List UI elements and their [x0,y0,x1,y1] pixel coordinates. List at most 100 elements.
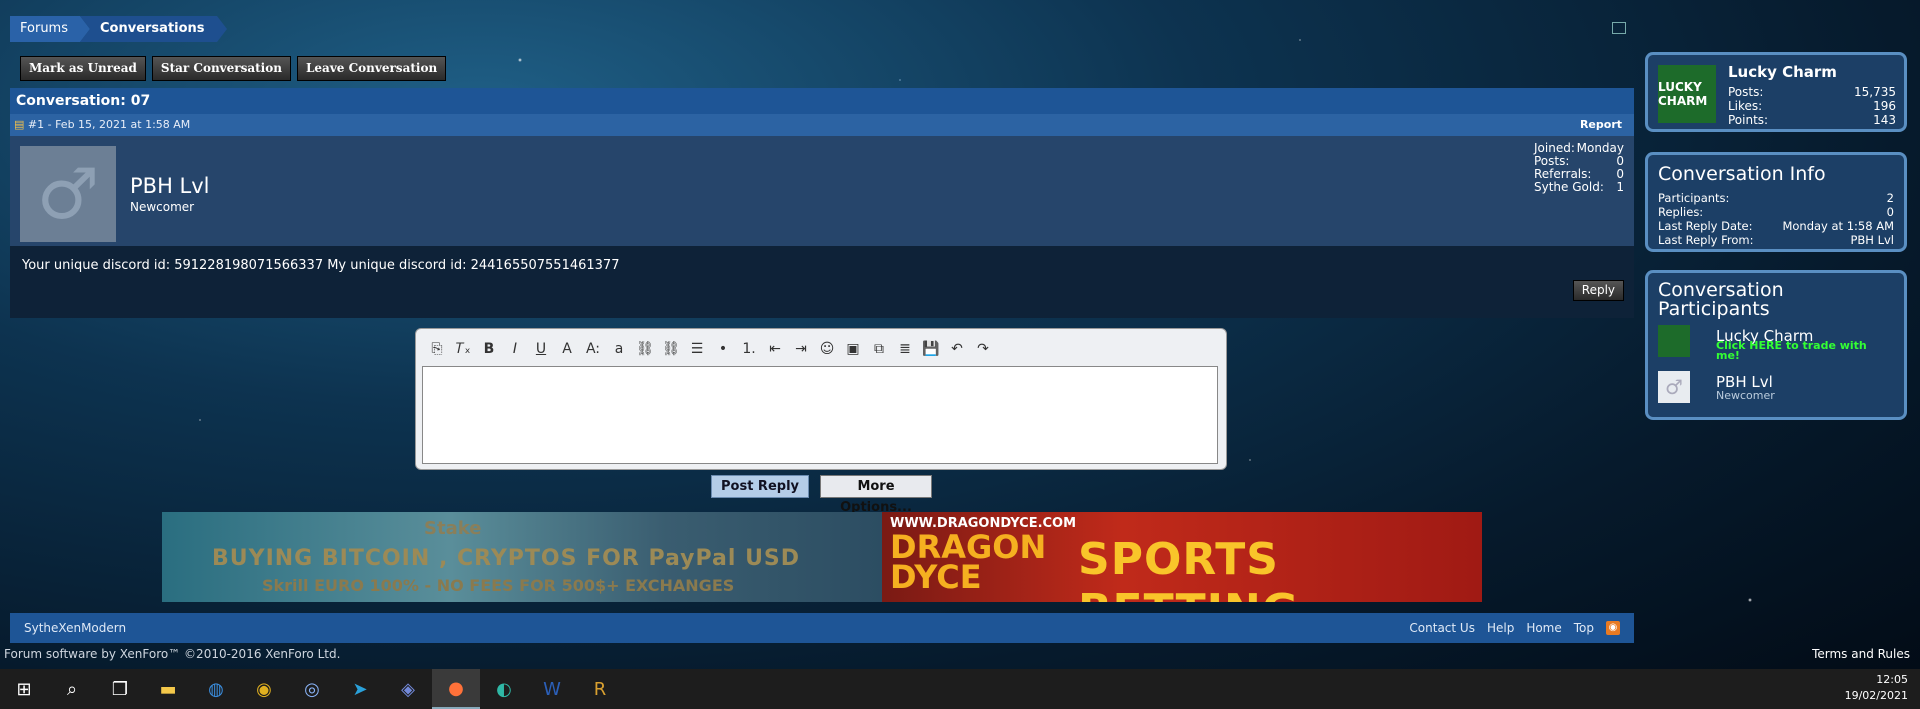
clear-format-icon[interactable]: 𝑇ₓ [454,341,472,357]
redo-icon[interactable]: ↷ [974,341,992,357]
breadcrumb: Forums Conversations [10,16,227,42]
chrome-icon[interactable]: ◉ [240,669,288,709]
breadcrumb-conversations[interactable]: Conversations [80,16,227,42]
italic-icon[interactable]: I [506,341,524,357]
leave-conversation-button[interactable]: Leave Conversation [296,56,447,81]
indent-icon[interactable]: ⇥ [792,341,810,357]
app-icon[interactable]: ◍ [192,669,240,709]
editor-toolbar: ⎘ 𝑇ₓ B I U A A: a ⛓ ⛓ ☰ • 1. ⇤ ⇥ ☺ ▣ ⧉ ≣… [416,329,1226,357]
task-view-icon[interactable]: ❐ [96,669,144,709]
participant-title: Newcomer [1716,389,1775,402]
system-clock[interactable]: 12:05 19/02/2021 [1845,672,1908,704]
ad-line-2: Skrill EURO 100% - NO FEES FOR 500$+ EXC… [262,576,735,595]
link-icon[interactable]: ⛓ [636,341,654,357]
participant-item[interactable]: Lucky Charm Click HERE to trade with me! [1658,325,1898,365]
footer-home-link[interactable]: Home [1526,621,1561,635]
avatar[interactable]: ♂ [1658,371,1690,403]
message-date[interactable]: ▤ #1 - Feb 15, 2021 at 1:58 AM [14,114,190,136]
panel-title: Conversation Participants [1658,279,1784,320]
app-icon[interactable]: R [576,669,624,709]
avatar[interactable]: ♂ [20,146,116,242]
visitor-name[interactable]: Lucky Charm [1728,63,1837,81]
windows-start-icon[interactable]: ⊞ [0,669,48,709]
user-stat-gold: Sythe Gold: 1 [1534,180,1624,194]
sports-betting-ad-banner[interactable]: WWW.DRAGONDYCE.COM DRAGON DYCE SPORTS BE… [882,512,1482,602]
message-icon: ▤ [14,118,25,131]
stake-logo: Stake [424,518,482,539]
report-link[interactable]: Report [1580,114,1622,136]
insert-icon[interactable]: ≣ [896,341,914,357]
app-icon[interactable]: ◎ [288,669,336,709]
style-chooser[interactable]: SytheXenModern [24,621,126,635]
firefox-icon[interactable]: ● [432,669,480,709]
participant-item[interactable]: ♂ PBH Lvl Newcomer [1658,371,1898,411]
user-title: Newcomer [130,200,195,214]
copyright[interactable]: Forum software by XenForo™ ©2010-2016 Xe… [4,647,340,661]
participants-panel: Conversation Participants Lucky Charm Cl… [1645,270,1907,420]
mark-unread-button[interactable]: Mark as Unread [20,56,146,81]
footer-bar: SytheXenModern Contact Us Help Home Top … [10,613,1634,643]
media-icon[interactable]: ⧉ [870,341,888,357]
toggle-width-icon[interactable] [1612,22,1626,34]
rss-icon[interactable]: ◉ [1606,621,1620,635]
reply-editor: ⎘ 𝑇ₓ B I U A A: a ⛓ ⛓ ☰ • 1. ⇤ ⇥ ☺ ▣ ⧉ ≣… [415,328,1227,470]
outdent-icon[interactable]: ⇤ [766,341,784,357]
ad-tagline: SPORTS BETTING [1078,534,1298,602]
info-last-reply-date: Last Reply Date: Monday at 1:58 AM [1658,219,1894,233]
reply-button[interactable]: Reply [1572,280,1624,301]
more-options-button[interactable]: More Options... [820,475,932,515]
conversation-panel: Conversation: 07 ▤ #1 - Feb 15, 2021 at … [10,88,1634,318]
message-meta: ▤ #1 - Feb 15, 2021 at 1:58 AM Report [10,114,1634,136]
message-user-info: ♂ PBH Lvl Newcomer Joined: Monday Posts: 0… [10,136,1634,246]
clock-date: 19/02/2021 [1844,689,1908,702]
info-replies: Replies: 0 [1658,205,1894,219]
visitor-stat-likes: Likes: 196 [1728,99,1896,113]
search-icon[interactable]: ⌕ [48,669,96,709]
footer-contact-link[interactable]: Contact Us [1409,621,1475,635]
ad-line-1: BUYING BITCOIN , CRYPTOS FOR PayPal USD [212,546,801,571]
message-textarea[interactable] [422,366,1218,464]
terms-link[interactable]: Terms and Rules [1812,647,1910,661]
bold-icon[interactable]: B [480,341,498,357]
font-family-icon[interactable]: a [610,341,628,357]
post-reply-button[interactable]: Post Reply [711,475,809,498]
save-draft-icon[interactable]: 💾 [922,341,940,357]
footer-help-link[interactable]: Help [1487,621,1514,635]
numbered-list-icon[interactable]: 1. [740,341,758,357]
message-text: Your unique discord id: 5912281980715663… [22,258,620,273]
conversation-title: Conversation: 07 [10,88,1634,114]
avatar[interactable] [1658,325,1690,357]
message-body: Your unique discord id: 5912281980715663… [10,246,1634,318]
exchange-ad-banner[interactable]: Stake BUYING BITCOIN , CRYPTOS FOR PayPa… [162,512,882,602]
image-icon[interactable]: ▣ [844,341,862,357]
dragondyce-logo: DRAGON DYCE [890,528,1047,596]
font-color-icon[interactable]: A [558,341,576,357]
underline-icon[interactable]: U [532,341,550,357]
user-stats: Joined: Monday Posts: 0 Referrals: 0 Sythe … [1534,142,1624,194]
unlink-icon[interactable]: ⛓ [662,341,680,357]
avatar[interactable]: LUCKY CHARM [1658,65,1716,123]
edge-icon[interactable]: ◐ [480,669,528,709]
message-username[interactable]: PBH Lvl [130,174,210,198]
participant-trade-link[interactable]: Click HERE to trade with me! [1716,340,1886,361]
remove-format-icon[interactable]: ⎘ [428,341,446,357]
smiley-icon[interactable]: ☺ [818,341,836,357]
undo-icon[interactable]: ↶ [948,341,966,357]
conversation-info-panel: Conversation Info Participants: 2 Replies… [1645,152,1907,252]
visitor-stat-points: Points: 143 [1728,113,1896,127]
telegram-icon[interactable]: ➤ [336,669,384,709]
visitor-stat-posts: Posts: 15,735 [1728,85,1896,99]
file-explorer-icon[interactable]: ▬ [144,669,192,709]
word-icon[interactable]: W [528,669,576,709]
footer-top-link[interactable]: Top [1574,621,1594,635]
font-size-icon[interactable]: A: [584,341,602,357]
conversation-actions: Mark as Unread Star Conversation Leave C… [20,56,447,81]
discord-icon[interactable]: ◈ [384,669,432,709]
taskbar: ⊞ ⌕ ❐ ▬ ◍ ◉ ◎ ➤ ◈ ● ◐ W R 12:05 19/02/20… [0,669,1920,709]
clock-time: 12:05 [1876,673,1908,686]
breadcrumb-forums[interactable]: Forums [10,16,90,42]
star-conversation-button[interactable]: Star Conversation [151,56,291,81]
info-participants: Participants: 2 [1658,191,1894,205]
bullet-list-icon[interactable]: • [714,341,732,357]
align-icon[interactable]: ☰ [688,341,706,357]
